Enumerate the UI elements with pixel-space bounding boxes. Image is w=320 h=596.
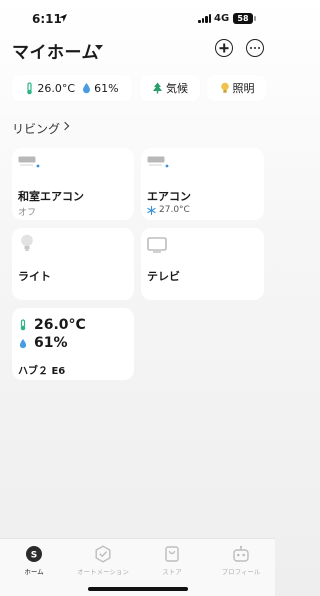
svg-text:S: S [31, 551, 37, 561]
lighting-label: 照明 [232, 82, 255, 95]
thermometer-icon [20, 319, 26, 331]
water-drop-icon [19, 339, 27, 349]
environment-temperature: 26.0°C [37, 81, 76, 95]
battery-icon: 58 [233, 13, 256, 24]
shopping-bag-icon [165, 546, 179, 562]
home-indicator [88, 587, 188, 591]
chevron-right-icon[interactable] [60, 121, 70, 131]
device-card-aircon[interactable]: エアコン 27.0°C [141, 148, 264, 220]
device-card-hub[interactable]: 26.0°C 61% ハブ２ E6 [12, 308, 134, 380]
device-status-row: 27.0°C [147, 205, 190, 215]
tab-label: プロフィール [221, 568, 261, 576]
home-dropdown-caret-icon[interactable] [95, 45, 103, 50]
tv-icon [147, 237, 167, 253]
automation-check-icon [95, 545, 111, 563]
bulb-icon [220, 82, 229, 93]
environment-chip[interactable]: 26.0°C 61% [12, 75, 132, 101]
tab-profile[interactable]: プロフィール [209, 545, 273, 576]
tab-label: ストア [162, 568, 182, 576]
tab-label: オートメーション [77, 568, 129, 576]
snowflake-icon [147, 205, 156, 215]
air-conditioner-icon [147, 156, 169, 168]
lighting-chip[interactable]: 照明 [207, 75, 267, 101]
device-name: 和室エアコン [18, 190, 84, 203]
hub-humidity: 61% [34, 335, 68, 351]
location-arrow-icon [59, 14, 67, 22]
climate-label: 気候 [166, 82, 188, 95]
device-status: オフ [18, 208, 37, 218]
thermometer-icon [27, 81, 33, 94]
tree-icon [153, 82, 162, 94]
more-options-button[interactable] [246, 39, 264, 57]
device-status: 27.0°C [159, 205, 190, 215]
home-logo-icon: S [26, 546, 42, 562]
environment-humidity: 61% [94, 81, 119, 95]
hub-temperature: 26.0°C [34, 317, 86, 333]
device-name: ハブ２ E6 [18, 366, 66, 377]
robot-profile-icon [233, 545, 249, 562]
air-conditioner-icon [18, 156, 40, 168]
device-card-light[interactable]: ライト [12, 228, 134, 300]
room-title[interactable]: リビング [12, 120, 60, 137]
ellipsis-icon [250, 46, 260, 49]
signal-icon [198, 14, 211, 23]
home-title[interactable]: マイホーム [12, 38, 99, 63]
device-card-tv[interactable]: テレビ [141, 228, 264, 300]
tab-store[interactable]: ストア [140, 545, 204, 576]
device-name: テレビ [147, 270, 180, 283]
water-drop-icon [83, 83, 91, 94]
tab-automation[interactable]: オートメーション [71, 545, 135, 576]
device-card-washitsu-aircon[interactable]: 和室エアコン オフ [12, 148, 134, 220]
tab-label: ホーム [24, 568, 44, 576]
tab-home[interactable]: S ホーム [2, 545, 66, 576]
climate-chip[interactable]: 気候 [140, 75, 200, 101]
device-name: ライト [18, 270, 51, 283]
bulb-icon [21, 234, 33, 251]
add-button[interactable] [215, 39, 233, 57]
status-bar: 6:11 4G 58 [0, 0, 275, 40]
device-name: エアコン [147, 190, 191, 203]
network-type: 4G [214, 13, 230, 24]
